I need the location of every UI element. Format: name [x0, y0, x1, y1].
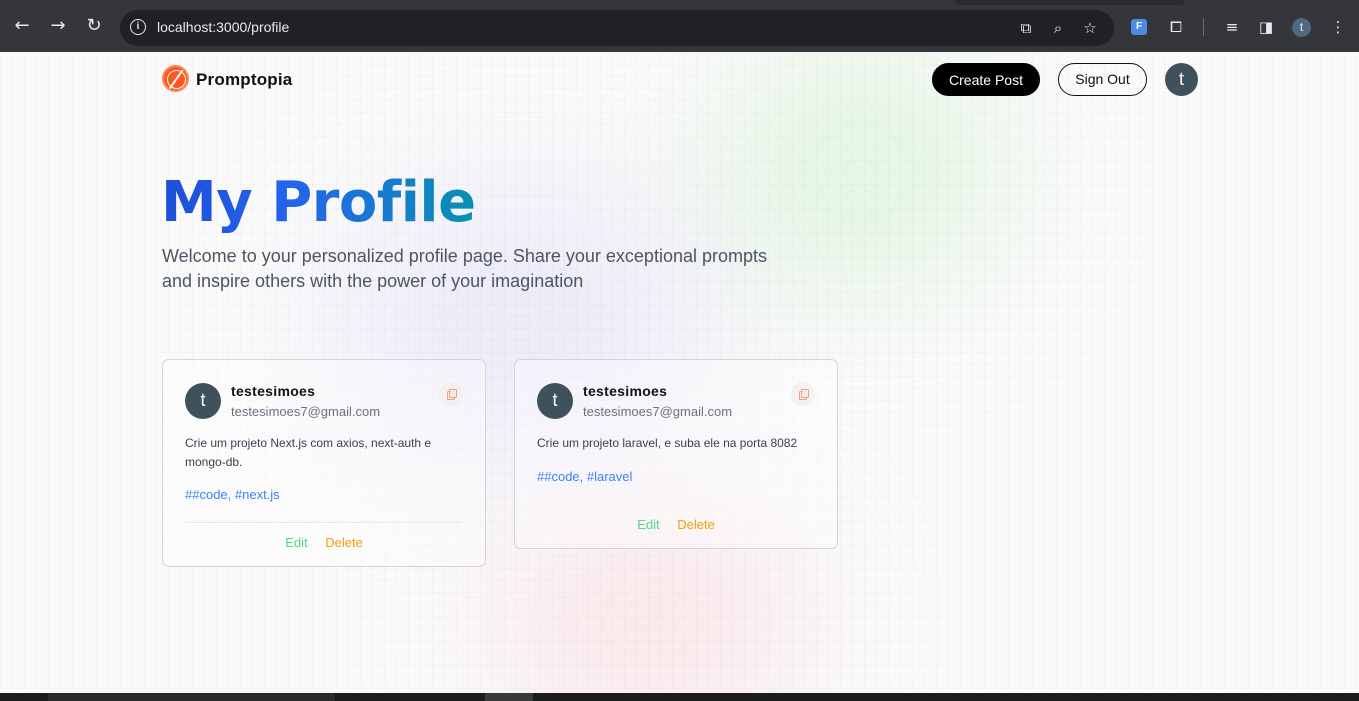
author-username[interactable]: testesimoes	[583, 383, 667, 399]
prompt-card: t testesimoes testesimoes7@gmail.com Cri…	[162, 359, 486, 567]
toolbar-divider	[1203, 18, 1204, 36]
card-actions: Edit Delete	[163, 535, 485, 550]
extension-icon[interactable]: F	[1131, 19, 1147, 35]
browser-profile-avatar[interactable]: t	[1292, 18, 1311, 37]
site-info-icon[interactable]: i	[130, 19, 146, 35]
taskbar-app[interactable]	[485, 693, 533, 701]
bookmark-star-icon[interactable]: ☆	[1080, 18, 1100, 38]
sign-out-button[interactable]: Sign Out	[1058, 63, 1147, 96]
card-actions: Edit Delete	[515, 517, 837, 532]
forward-icon[interactable]: →	[46, 14, 70, 38]
address-bar[interactable]: i localhost:3000/profile ⧉ ⌕ ☆	[120, 10, 1114, 46]
create-post-button[interactable]: Create Post	[932, 63, 1040, 96]
extensions-puzzle-icon[interactable]: ⧠	[1166, 17, 1186, 37]
author-avatar[interactable]: t	[185, 383, 221, 419]
author-email: testesimoes7@gmail.com	[231, 404, 381, 419]
edit-button[interactable]: Edit	[637, 517, 659, 532]
side-panel-icon[interactable]: ◨	[1256, 17, 1276, 37]
author-username[interactable]: testesimoes	[231, 383, 315, 399]
card-divider	[185, 522, 463, 523]
browser-menu-icon[interactable]: ⋮	[1328, 17, 1348, 37]
back-icon[interactable]: ←	[10, 14, 34, 38]
translate-icon[interactable]: ⧉	[1016, 18, 1036, 38]
author-avatar[interactable]: t	[537, 383, 573, 419]
user-avatar[interactable]: t	[1165, 63, 1198, 96]
copy-icon[interactable]	[439, 382, 463, 406]
zoom-icon[interactable]: ⌕	[1048, 18, 1068, 38]
reload-icon[interactable]: ↻	[82, 14, 106, 38]
os-taskbar	[0, 693, 1359, 701]
page-description: Welcome to your personalized profile pag…	[162, 246, 767, 291]
prompt-text: Crie um projeto Next.js com axios, next-…	[185, 436, 432, 469]
tab-strip	[955, 0, 1185, 5]
prompt-card: t testesimoes testesimoes7@gmail.com Cri…	[514, 359, 838, 549]
author-email: testesimoes7@gmail.com	[583, 404, 733, 419]
prompt-text: Crie um projeto laravel, e suba ele na p…	[537, 436, 798, 450]
page-title: My Profile	[161, 170, 476, 235]
brand-name[interactable]: Promptopia	[196, 70, 292, 90]
prompt-tags[interactable]: ##code, #laravel	[537, 469, 632, 484]
browser-toolbar: ← → ↻ i localhost:3000/profile ⧉ ⌕ ☆ F ⧠…	[0, 0, 1359, 52]
taskbar-search[interactable]	[48, 693, 335, 701]
page-content: Promptopia Create Post Sign Out t My Pro…	[0, 52, 1359, 693]
url-text[interactable]: localhost:3000/profile	[157, 19, 289, 35]
promptopia-logo-icon[interactable]	[162, 65, 189, 92]
delete-button[interactable]: Delete	[325, 535, 363, 550]
prompt-tags[interactable]: ##code, #next.js	[185, 487, 280, 502]
media-controls-icon[interactable]: ≡	[1222, 17, 1242, 37]
copy-icon[interactable]	[791, 382, 815, 406]
delete-button[interactable]: Delete	[677, 517, 715, 532]
edit-button[interactable]: Edit	[285, 535, 307, 550]
